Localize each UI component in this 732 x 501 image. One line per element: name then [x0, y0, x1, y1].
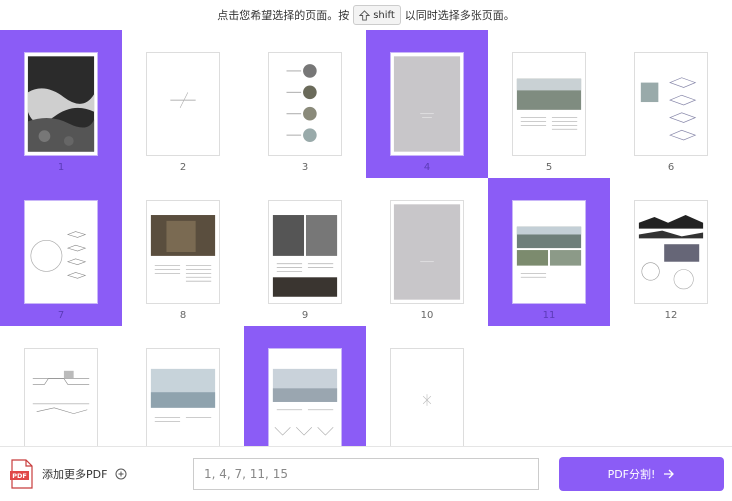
page-tile-11[interactable]: 11 [488, 178, 610, 326]
pdf-icon-text: PDF [12, 472, 27, 480]
page-number: 10 [420, 310, 434, 321]
page-thumbnail [634, 52, 708, 156]
page-range-input[interactable] [193, 458, 539, 490]
instruction-after: 以同时选择多张页面。 [404, 9, 515, 22]
shift-key: shift [353, 5, 401, 25]
page-number: 7 [57, 310, 65, 321]
page-tile-14[interactable]: 14 [122, 326, 244, 446]
page-thumbnail [146, 200, 220, 304]
pdf-file-icon: PDF [10, 459, 33, 489]
page-thumbnail [268, 52, 342, 156]
page-thumbnail [24, 200, 98, 304]
page-tile-8[interactable]: 8 [122, 178, 244, 326]
add-more-pdf-label: 添加更多PDF [42, 468, 108, 481]
page-thumbnail [512, 52, 586, 156]
page-thumbnail [268, 200, 342, 304]
page-tile-1[interactable]: 1 [0, 30, 122, 178]
page-thumbnail [268, 348, 342, 446]
page-number: 1 [57, 162, 65, 173]
page-thumbnail [24, 52, 98, 156]
page-tile-16[interactable]: 16 [366, 326, 488, 446]
instruction-before: 点击您希望选择的页面。按 [217, 9, 350, 22]
page-number: 9 [301, 310, 309, 321]
page-thumbnail [512, 200, 586, 304]
page-tile-12[interactable]: 12 [610, 178, 732, 326]
page-number: 6 [667, 162, 675, 173]
page-tile-3[interactable]: 3 [244, 30, 366, 178]
page-grid: 1 2 3 4 5 6 7 8 9 10 11 12 [0, 30, 732, 446]
page-tile-4[interactable]: 4 [366, 30, 488, 178]
split-pdf-button[interactable]: PDF分割! [559, 457, 724, 491]
page-thumbnail [390, 200, 464, 304]
page-tile-5[interactable]: 5 [488, 30, 610, 178]
page-number: 11 [542, 310, 556, 321]
arrow-right-icon [664, 469, 675, 479]
page-tile-7[interactable]: 7 [0, 178, 122, 326]
page-thumbnail [390, 348, 464, 446]
page-thumbnail [390, 52, 464, 156]
page-number: 4 [423, 162, 431, 173]
page-thumbnail [146, 348, 220, 446]
plus-circle-icon [115, 468, 127, 480]
page-thumbnail [146, 52, 220, 156]
shift-key-label: shift [373, 9, 395, 21]
page-tile-9[interactable]: 9 [244, 178, 366, 326]
page-number: 2 [179, 162, 187, 173]
page-tile-2[interactable]: 2 [122, 30, 244, 178]
page-number: 3 [301, 162, 309, 173]
page-thumbnail [24, 348, 98, 446]
split-pdf-label: PDF分割! [607, 468, 656, 481]
page-tile-13[interactable]: 13 [0, 326, 122, 446]
page-number: 12 [664, 310, 678, 321]
page-tile-15[interactable]: 15 [244, 326, 366, 446]
page-number: 5 [545, 162, 553, 173]
footer-bar: PDF 添加更多PDF PDF分割! [0, 446, 732, 501]
add-more-pdf-button[interactable]: PDF 添加更多PDF [10, 456, 127, 492]
shift-arrow-icon [359, 9, 371, 21]
instruction-text: 点击您希望选择的页面。按 shift 以同时选择多张页面。 [0, 4, 732, 26]
page-tile-6[interactable]: 6 [610, 30, 732, 178]
page-tile-10[interactable]: 10 [366, 178, 488, 326]
page-thumbnail [634, 200, 708, 304]
page-number: 8 [179, 310, 187, 321]
